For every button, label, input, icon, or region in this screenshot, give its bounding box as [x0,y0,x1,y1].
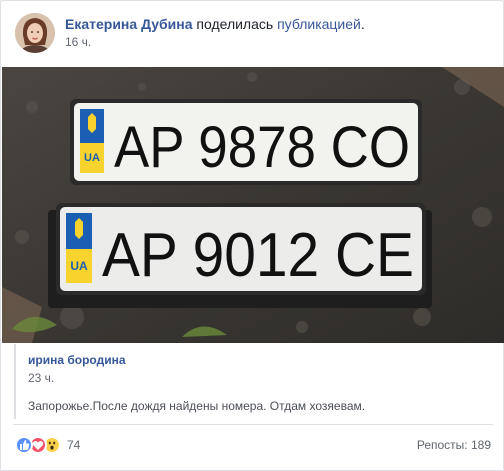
plate-top-number: AP 9878 CO [114,115,410,180]
plate-bottom: UA AP 9012 CE [56,203,426,295]
shared-text: Запорожье.После дождя найдены номера. От… [28,399,366,413]
post-timestamp[interactable]: 16 ч. [65,35,91,49]
action-end: . [360,16,365,32]
post-card: Екатерина Дубина поделилась публикацией.… [0,0,504,471]
plate-bottom-number: AP 9012 CE [102,221,414,290]
post-photo[interactable]: UA AP 9878 CO UA AP 9012 CE [2,67,504,343]
author-line: Екатерина Дубина поделилась публикацией. [65,15,365,33]
publication-link[interactable]: публикацией [277,16,361,32]
shared-timestamp[interactable]: 23 ч. [28,371,54,385]
author-name-link[interactable]: Екатерина Дубина [65,16,193,32]
plate-bottom-country: UA [70,259,88,273]
shared-post: ирина бородина 23 ч. Запорожье.После дож… [14,344,492,419]
footer-divider [13,424,493,425]
plate-top: UA AP 9878 CO [70,99,422,185]
plate-top-country: UA [84,152,100,164]
like-icon [15,436,33,454]
action-verb: поделилась [196,16,278,32]
reactions-summary[interactable]: 74 [15,435,80,455]
shared-author-link[interactable]: ирина бородина [28,353,126,367]
reaction-count: 74 [67,438,81,452]
post-footer: 74 Репосты: 189 [15,435,493,457]
post-header: Екатерина Дубина поделилась публикацией.… [15,13,495,57]
author-avatar[interactable] [15,13,55,53]
action-text: поделилась публикацией. [196,16,364,32]
reposts-count-link[interactable]: Репосты: 189 [417,438,491,452]
